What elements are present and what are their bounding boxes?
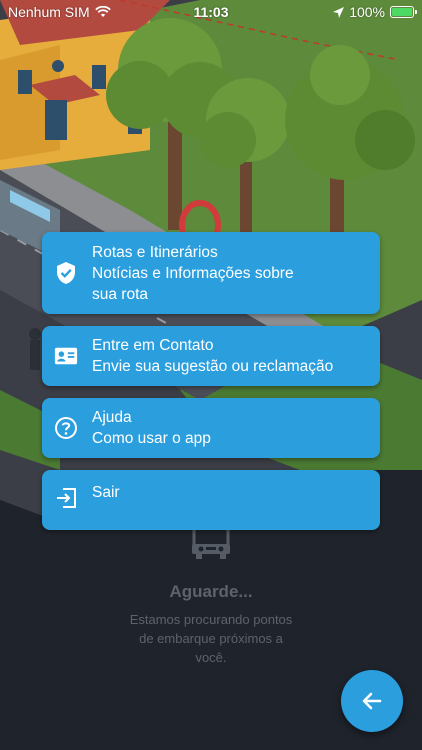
menu-item-routes-text: Rotas e Itinerários Notícias e Informaçõ… <box>92 242 294 305</box>
menu-item-logout-title: Sair <box>92 484 120 501</box>
menu-item-routes-subtitle-2: sua rota <box>92 285 149 303</box>
battery-fill <box>392 8 412 16</box>
battery-icon <box>390 6 417 18</box>
main-menu: Rotas e Itinerários Notícias e Informaçõ… <box>42 232 380 542</box>
location-arrow-icon <box>333 6 345 18</box>
status-left: Nenhum SIM <box>8 4 111 20</box>
menu-item-logout-text: Sair <box>92 482 120 503</box>
battery-percent: 100% <box>349 4 385 20</box>
status-right: 100% <box>333 4 417 20</box>
logout-icon <box>54 486 78 510</box>
carrier-label: Nenhum SIM <box>8 4 90 20</box>
arrow-left-icon <box>362 692 382 710</box>
menu-item-contact-title: Entre em Contato <box>92 337 214 354</box>
menu-item-routes[interactable]: Rotas e Itinerários Notícias e Informaçõ… <box>42 232 380 314</box>
loading-state: Aguarde... Estamos procurando pontos de … <box>0 528 422 667</box>
wifi-icon <box>94 6 111 17</box>
loading-message: Estamos procurando pontos de embarque pr… <box>129 612 293 665</box>
menu-item-routes-subtitle-1: Notícias e Informações sobre <box>92 264 294 282</box>
shield-check-icon <box>54 261 78 285</box>
help-circle-icon <box>54 416 78 440</box>
back-fab-button[interactable] <box>341 670 403 732</box>
menu-item-contact-text: Entre em Contato Envie sua sugestão ou r… <box>92 335 333 377</box>
status-bar: Nenhum SIM 11:03 100% <box>0 0 422 24</box>
menu-item-routes-title: Rotas e Itinerários <box>92 243 218 261</box>
menu-item-logout[interactable]: Sair <box>42 470 380 530</box>
menu-item-help-title: Ajuda <box>92 409 132 426</box>
loading-title: Aguarde... <box>169 582 253 601</box>
contact-card-icon <box>54 344 78 368</box>
menu-item-contact-subtitle: Envie sua sugestão ou reclamação <box>92 358 334 375</box>
menu-item-help-text: Ajuda Como usar o app <box>92 407 211 449</box>
menu-item-contact[interactable]: Entre em Contato Envie sua sugestão ou r… <box>42 326 380 386</box>
menu-item-help[interactable]: Ajuda Como usar o app <box>42 398 380 458</box>
menu-item-help-subtitle: Como usar o app <box>92 430 211 447</box>
